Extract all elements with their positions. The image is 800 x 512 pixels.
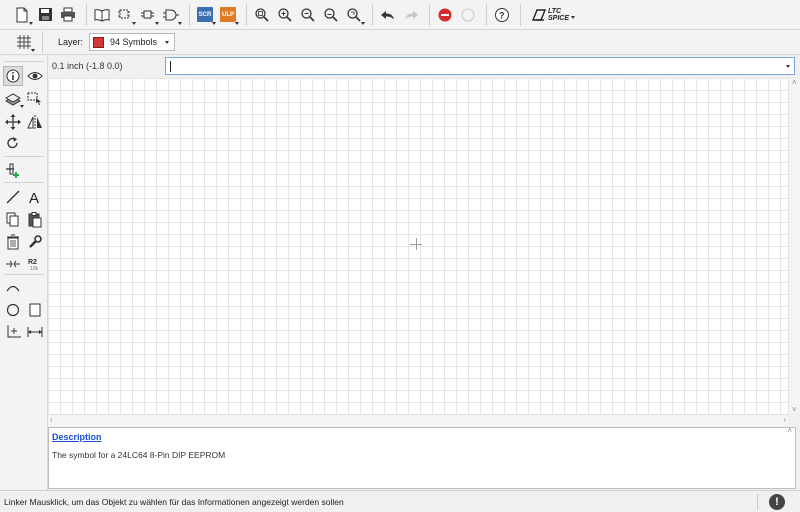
chevron-down-icon [132, 21, 136, 25]
coordinate-readout: 0.1 inch (-1.8 0.0) [52, 61, 123, 71]
description-panel: Description The symbol for a 24LC64 8-Pi… [48, 426, 796, 489]
circle-icon[interactable] [3, 300, 23, 320]
main-toolbar: SCR ULP ? LTC SPICE [0, 0, 800, 30]
move-icon[interactable] [3, 112, 23, 132]
toolbar-divider [429, 3, 430, 26]
grid-icon[interactable] [14, 31, 35, 53]
mark-icon[interactable] [25, 89, 45, 109]
zoom-out-icon[interactable] [298, 4, 318, 26]
new-file-icon[interactable] [12, 4, 33, 26]
chevron-down-icon [31, 49, 35, 52]
toolbar-divider [42, 31, 43, 53]
chevron-down-icon [155, 21, 159, 25]
scroll-up-icon[interactable]: ˄ [792, 78, 797, 87]
description-link[interactable]: Description [52, 432, 102, 442]
toolbar-divider [372, 3, 373, 26]
wrench-icon[interactable] [25, 232, 45, 252]
gate-icon[interactable] [161, 4, 182, 26]
library-icon[interactable] [92, 4, 112, 26]
add-pin-icon[interactable] [3, 160, 23, 180]
undo-icon[interactable] [378, 4, 398, 26]
zoom-previous-icon[interactable] [321, 4, 341, 26]
go-icon [458, 4, 478, 26]
layer-selected-value: 94 Symbols [110, 37, 158, 47]
ltspice-logo[interactable]: LTC SPICE [532, 7, 576, 22]
copy-icon[interactable] [3, 210, 23, 230]
status-message: Linker Mausklick, um das Objekt zu wähle… [4, 496, 344, 507]
toolbar-divider [189, 3, 190, 26]
toolbar-divider [86, 3, 87, 26]
redo-icon[interactable] [401, 4, 421, 26]
horizontal-scrollbar[interactable]: ‹ › [48, 414, 788, 426]
help-icon[interactable]: ? [492, 4, 512, 26]
r2-label: R2 [28, 259, 37, 266]
mirror-icon[interactable] [25, 112, 45, 132]
save-icon[interactable] [35, 4, 55, 26]
chevron-down-icon [571, 15, 576, 19]
scroll-right-icon[interactable]: › [783, 415, 786, 424]
toolbar-divider [246, 3, 247, 26]
paste-icon[interactable] [25, 210, 45, 230]
name-value-icon[interactable]: R2 10k [25, 254, 45, 274]
chevron-down-icon [165, 41, 170, 44]
layer-color-swatch [93, 36, 105, 48]
description-text: The symbol for a 24LC64 8-Pin DIP EEPROM [52, 450, 226, 460]
line-icon[interactable] [3, 187, 23, 207]
ltc-logo-icon [532, 8, 546, 21]
origin-icon[interactable] [3, 322, 23, 342]
left-toolbar: A R2 10k [0, 56, 48, 490]
status-divider [757, 494, 758, 510]
layer-label: Layer: [58, 37, 84, 47]
chevron-down-icon [235, 21, 239, 25]
toolbar-divider [486, 3, 487, 26]
chevron-down-icon [178, 21, 182, 25]
scr-script-icon[interactable]: SCR [195, 4, 216, 26]
ulp-run-icon[interactable]: ULP [218, 4, 239, 26]
layer-dropdown[interactable]: 94 Symbols [89, 33, 176, 51]
text-caret [170, 61, 171, 72]
vertical-scrollbar[interactable]: ˄ ˅ [788, 78, 800, 414]
chevron-down-icon[interactable] [786, 65, 790, 68]
drawing-canvas[interactable] [48, 78, 788, 414]
ltc-logo-bottom: SPICE [548, 14, 570, 22]
print-icon[interactable] [58, 4, 78, 26]
info-icon[interactable] [3, 66, 23, 86]
eagle-editor-window: SCR ULP ? LTC SPICE Layer: 94 Symbols A … [0, 0, 800, 512]
scroll-down-icon[interactable]: ˅ [792, 405, 797, 414]
status-bar: Linker Mausklick, um das Objekt zu wähle… [0, 490, 800, 512]
show-icon[interactable] [25, 66, 45, 86]
scroll-left-icon[interactable]: ‹ [50, 415, 53, 424]
alert-icon[interactable]: ! [769, 494, 785, 510]
ltc-logo-top: LTC [548, 7, 562, 15]
split-icon[interactable] [3, 254, 23, 274]
chevron-down-icon [20, 105, 24, 108]
chevron-down-icon [361, 21, 365, 25]
rectangle-icon[interactable] [25, 300, 45, 320]
board-icon[interactable] [115, 4, 136, 26]
stop-icon[interactable] [435, 4, 455, 26]
command-input[interactable] [165, 57, 795, 75]
schematic-icon[interactable] [138, 4, 159, 26]
delete-icon[interactable] [3, 232, 23, 252]
scr-label: SCR [197, 7, 213, 22]
crosshair-cursor-vertical [416, 238, 417, 250]
zoom-in-icon[interactable] [275, 4, 295, 26]
scroll-up-icon[interactable]: ˄ [787, 426, 792, 435]
dimension-icon[interactable] [25, 322, 45, 342]
text-icon[interactable]: A [25, 187, 45, 207]
parameter-toolbar: Layer: 94 Symbols [0, 30, 800, 55]
toolbar-divider [520, 3, 521, 26]
svg-text:A: A [29, 190, 39, 205]
zoom-fit-icon[interactable] [252, 4, 272, 26]
chevron-down-icon [29, 21, 33, 25]
zoom-select-icon[interactable] [344, 4, 365, 26]
r2-sub-label: 10k [30, 266, 39, 272]
rotate-icon[interactable] [3, 133, 23, 153]
layer-display-icon[interactable] [3, 89, 24, 109]
svg-text:?: ? [499, 10, 505, 20]
chevron-down-icon [212, 21, 216, 25]
arc-icon[interactable] [3, 278, 23, 298]
ulp-label: ULP [220, 7, 236, 22]
